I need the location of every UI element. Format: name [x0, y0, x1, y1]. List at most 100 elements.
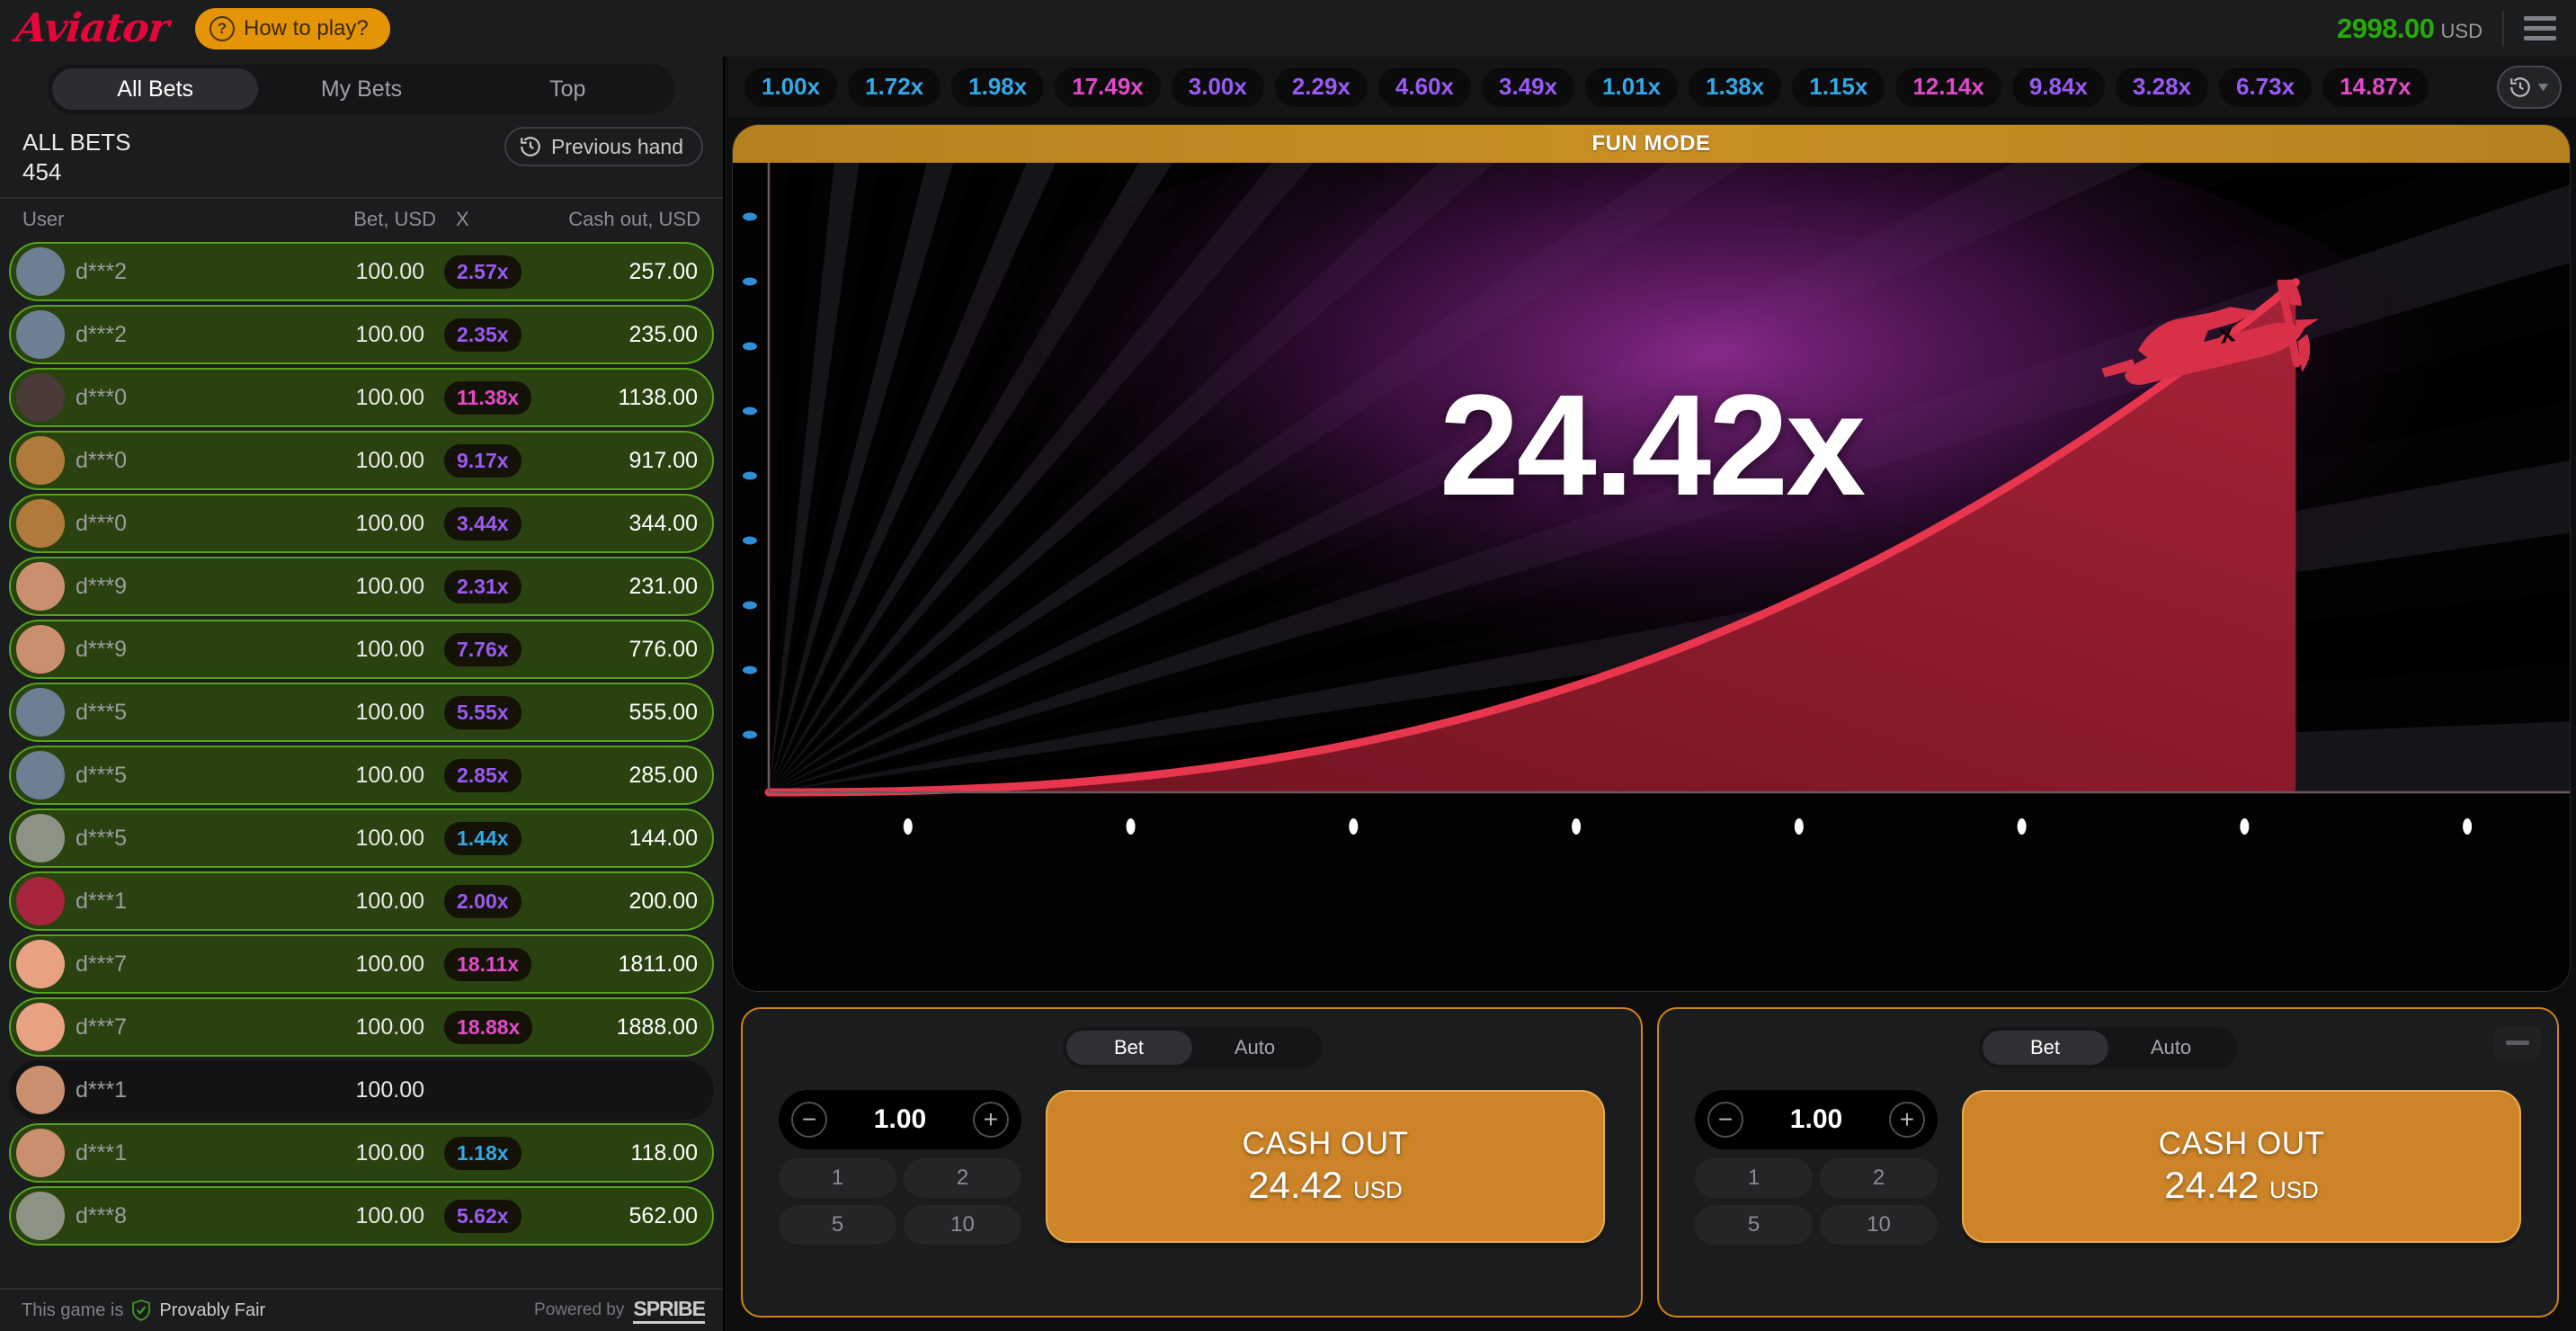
cash-out-currency: USD — [1352, 1176, 1403, 1203]
history-chip[interactable]: 12.14x — [1895, 67, 2001, 107]
column-cashout: Cash out, USD — [568, 208, 700, 231]
quick-amount-button[interactable]: 10 — [1820, 1205, 1938, 1245]
history-chip[interactable]: 1.15x — [1792, 67, 1885, 107]
quick-amount-button[interactable]: 2 — [904, 1158, 1021, 1198]
hamburger-menu-icon[interactable] — [2524, 16, 2556, 40]
mode-tab-auto[interactable]: Auto — [2108, 1031, 2234, 1065]
history-chip[interactable]: 2.29x — [1274, 67, 1368, 107]
table-row[interactable]: d***8 100.00 5.62x 562.00 — [9, 1186, 714, 1246]
table-row[interactable]: d***0 100.00 11.38x 1138.00 — [9, 368, 714, 428]
table-row[interactable]: d***7 100.00 18.11x 1811.00 — [9, 934, 714, 995]
quick-amount-button[interactable]: 2 — [1820, 1158, 1938, 1198]
table-row[interactable]: d***9 100.00 7.76x 776.00 — [9, 620, 714, 680]
bet-user: d***9 — [76, 573, 127, 599]
bet-cashout: 235.00 — [628, 321, 698, 347]
minus-circle-icon[interactable]: − — [791, 1102, 827, 1138]
history-chip[interactable]: 1.00x — [744, 67, 838, 107]
tab-top[interactable]: Top — [465, 68, 671, 110]
table-row[interactable]: d***2 100.00 2.35x 235.00 — [9, 305, 714, 365]
y-axis-dot — [742, 212, 757, 221]
cash-out-button[interactable]: CASH OUT 24.42 USD — [1046, 1090, 1605, 1243]
table-row[interactable]: d***2 100.00 2.57x 257.00 — [9, 242, 714, 302]
previous-hand-button[interactable]: Previous hand — [504, 127, 703, 166]
history-chip[interactable]: 9.84x — [2011, 67, 2105, 107]
flight-plot: 24.42x x — [733, 163, 2570, 991]
avatar — [16, 562, 65, 612]
provably-fair-block[interactable]: This game is Provably Fair — [22, 1300, 265, 1321]
minimize-icon[interactable] — [2494, 1025, 2541, 1059]
mode-tab-bet[interactable]: Bet — [1065, 1031, 1192, 1065]
cash-out-value: 24.42 — [2164, 1164, 2260, 1206]
avatar — [16, 1129, 65, 1178]
bet-cashout: 1888.00 — [616, 1014, 698, 1040]
table-row[interactable]: d***5 100.00 5.55x 555.00 — [9, 683, 714, 743]
history-chip[interactable]: 3.00x — [1171, 67, 1264, 107]
how-to-play-button[interactable]: ? How to play? — [195, 7, 390, 49]
history-chip[interactable]: 6.73x — [2219, 67, 2313, 107]
cash-out-currency: USD — [2268, 1176, 2319, 1203]
table-row[interactable]: d***1 100.00 1.18x 118.00 — [9, 1123, 714, 1184]
x-axis-dot — [1126, 818, 1136, 835]
table-row[interactable]: d***5 100.00 1.44x 144.00 — [9, 808, 714, 869]
history-chip[interactable]: 1.01x — [1585, 67, 1679, 107]
plus-circle-icon[interactable]: + — [1888, 1102, 1925, 1138]
avatar — [16, 688, 65, 737]
bet-user: d***0 — [76, 510, 127, 536]
quick-amount-button[interactable]: 1 — [1695, 1158, 1813, 1198]
multiplier-history-bar: 1.00x 1.72x 1.98x 17.49x 3.00x 2.29x 4.60x 3.49… — [728, 57, 2576, 117]
bet-multiplier-cell: 2.57x — [424, 255, 523, 289]
mode-tab-auto[interactable]: Auto — [1192, 1031, 1318, 1065]
top-bar-right: 2998.00 USD — [2337, 10, 2576, 47]
history-chip[interactable]: 1.72x — [848, 67, 941, 107]
cash-out-amount: 24.42 USD — [2164, 1164, 2319, 1207]
bet-amount: 100.00 — [355, 573, 424, 599]
top-bar: Aviator ? How to play? 2998.00 USD — [0, 0, 2576, 57]
history-toggle-button[interactable] — [2497, 65, 2562, 109]
table-row[interactable]: d***0 100.00 3.44x 344.00 — [9, 494, 714, 554]
table-row[interactable]: d***5 100.00 2.85x 285.00 — [9, 746, 714, 806]
bet-cashout: 344.00 — [628, 510, 698, 536]
table-row[interactable]: d***0 100.00 9.17x 917.00 — [9, 431, 714, 491]
plus-circle-icon[interactable]: + — [972, 1102, 1009, 1138]
tab-all-bets[interactable]: All Bets — [52, 68, 259, 110]
history-chip[interactable]: 17.49x — [1055, 67, 1161, 107]
x-axis-dot — [1572, 818, 1582, 835]
history-chip[interactable]: 14.87x — [2322, 67, 2429, 107]
history-chip[interactable]: 3.28x — [2115, 67, 2208, 107]
quick-amount-button[interactable]: 5 — [1695, 1205, 1813, 1245]
multiplier-badge: 5.55x — [444, 695, 521, 729]
table-row[interactable]: d***9 100.00 2.31x 231.00 — [9, 557, 714, 617]
history-chip[interactable]: 1.38x — [1689, 67, 1782, 107]
history-chip[interactable]: 3.49x — [1482, 67, 1575, 107]
cash-out-value: 24.42 — [1248, 1164, 1343, 1206]
quick-amount-button[interactable]: 10 — [904, 1205, 1021, 1245]
quantity-stepper[interactable]: − 1.00 + — [1695, 1090, 1938, 1149]
bet-amount: 100.00 — [355, 510, 424, 536]
tab-my-bets[interactable]: My Bets — [258, 68, 464, 110]
bet-amount: 100.00 — [355, 258, 424, 284]
quick-amount-button[interactable]: 5 — [779, 1205, 896, 1245]
mode-tab-bet[interactable]: Bet — [1982, 1031, 2108, 1065]
quick-amount-button[interactable]: 1 — [779, 1158, 896, 1198]
table-row[interactable]: d***1 100.00 — [9, 1060, 714, 1121]
table-row[interactable]: d***1 100.00 2.00x 200.00 — [9, 871, 714, 932]
bet-multiplier-cell: 18.11x — [424, 947, 532, 981]
cash-out-button[interactable]: CASH OUT 24.42 USD — [1962, 1090, 2521, 1243]
sidebar-footer: This game is Provably Fair Powered by SP… — [0, 1288, 723, 1331]
quantity-stepper[interactable]: − 1.00 + — [779, 1090, 1021, 1149]
bet-cashout: 776.00 — [628, 636, 698, 662]
top-bar-divider — [2502, 10, 2504, 47]
history-chip[interactable]: 4.60x — [1377, 67, 1471, 107]
history-chip[interactable]: 1.98x — [951, 67, 1045, 107]
bet-multiplier-cell: 2.31x — [424, 569, 523, 603]
table-row[interactable]: d***7 100.00 18.88x 1888.00 — [9, 997, 714, 1058]
bets-list[interactable]: d***2 100.00 2.57x 257.00 d***2 100.00 2.35x 23… — [0, 238, 723, 1288]
provably-fair-label: Provably Fair — [159, 1300, 266, 1320]
minus-circle-icon[interactable]: − — [1707, 1102, 1743, 1138]
bet-amount: 100.00 — [355, 951, 424, 977]
cash-out-label: CASH OUT — [1242, 1126, 1409, 1161]
bet-amount: 100.00 — [355, 825, 424, 851]
bet-cashout: 144.00 — [628, 825, 698, 851]
bet-panel-2: Bet Auto − 1.00 + 1 2 5 10 CASH OUT 24.42 USD — [1657, 1007, 2559, 1318]
aviator-logo: Aviator — [13, 5, 171, 51]
